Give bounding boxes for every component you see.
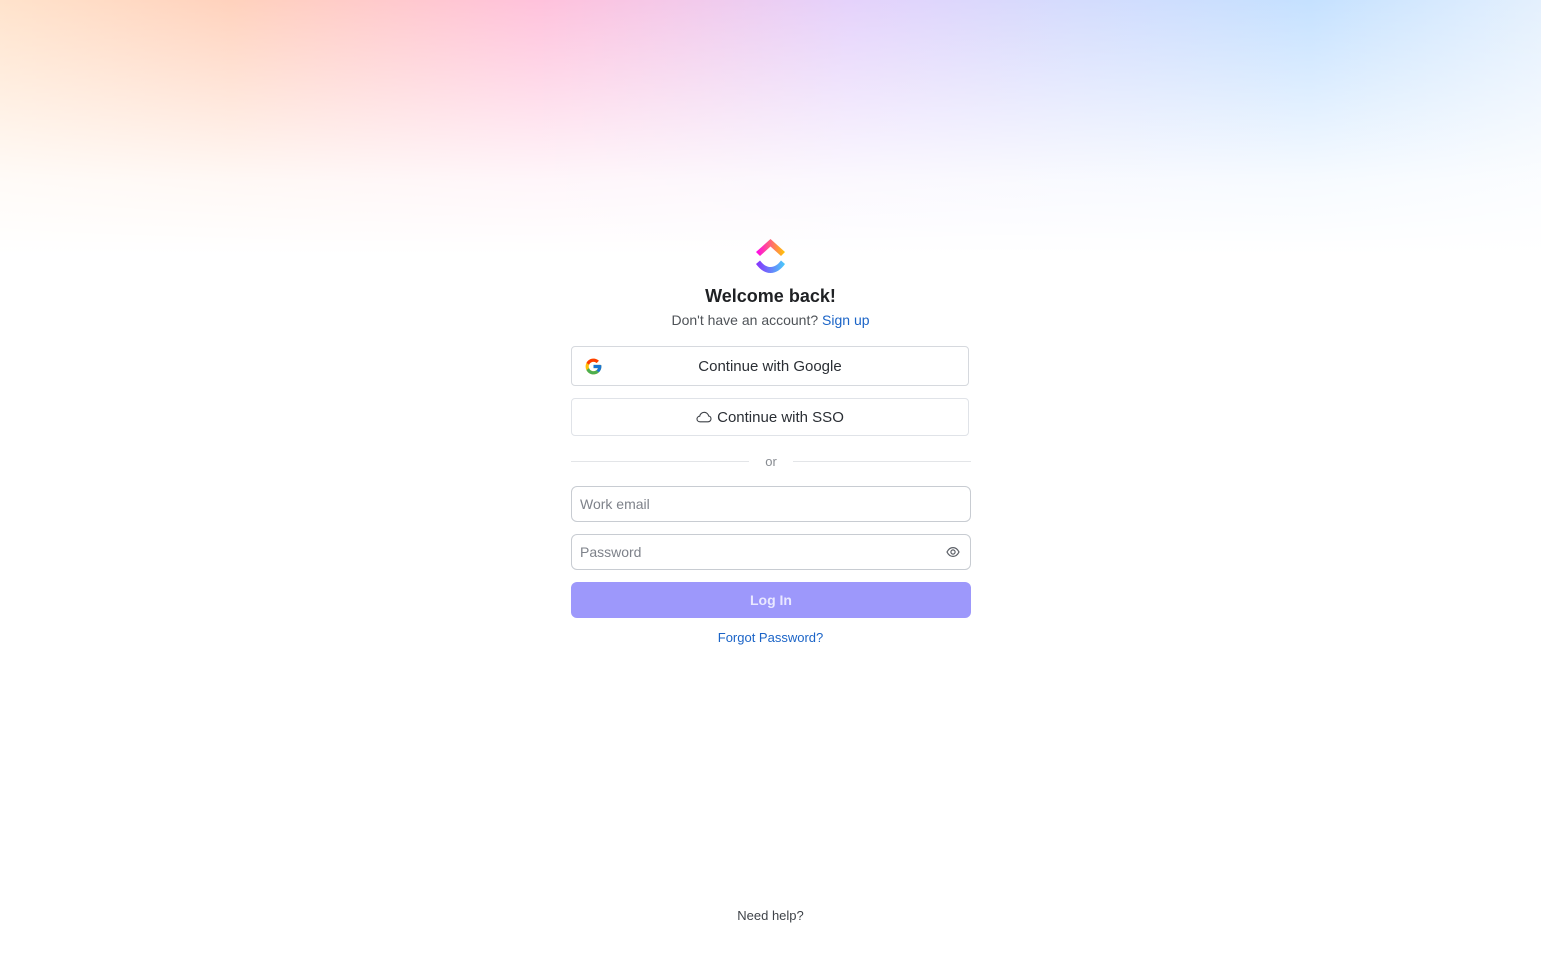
google-button-label: Continue with Google — [698, 357, 842, 375]
sso-button-label: Continue with SSO — [717, 408, 844, 426]
continue-with-sso-button[interactable]: Continue with SSO — [571, 398, 969, 436]
log-in-button[interactable]: Log In — [571, 582, 971, 618]
signup-prompt: Don't have an account? Sign up — [0, 312, 1541, 328]
need-help-link[interactable]: Need help? — [0, 908, 1541, 923]
signup-link[interactable]: Sign up — [822, 312, 869, 328]
or-divider: or — [571, 452, 971, 472]
eye-icon[interactable] — [946, 546, 960, 558]
divider-line-right — [793, 461, 971, 462]
continue-with-google-button[interactable]: Continue with Google — [571, 346, 969, 386]
forgot-password-row: Forgot Password? — [0, 630, 1541, 645]
clickup-logo-icon — [756, 239, 785, 273]
email-field[interactable] — [572, 487, 940, 521]
password-field-container — [571, 534, 971, 570]
page-title: Welcome back! — [705, 286, 836, 306]
password-field[interactable] — [572, 535, 940, 569]
login-page: Welcome back! Don't have an account? Sig… — [0, 0, 1541, 953]
cloud-icon — [696, 411, 712, 423]
forgot-password-link[interactable]: Forgot Password? — [718, 630, 824, 645]
email-field-container — [571, 486, 971, 522]
log-in-label: Log In — [750, 592, 792, 608]
google-icon — [585, 358, 602, 375]
no-account-text: Don't have an account? — [671, 312, 819, 328]
